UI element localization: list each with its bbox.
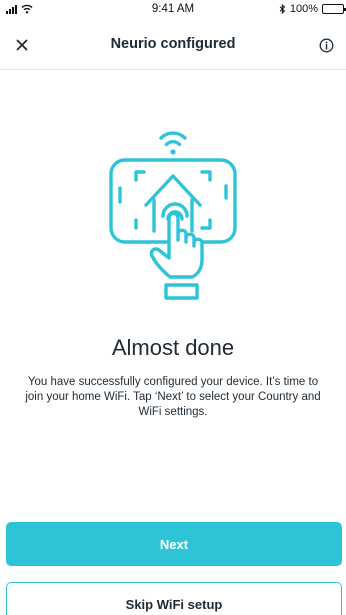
battery-percent: 100% xyxy=(289,3,318,15)
close-icon xyxy=(16,39,28,51)
page-title: Neurio configured xyxy=(110,36,236,52)
next-button[interactable]: Next xyxy=(6,522,342,566)
info-button[interactable] xyxy=(312,31,340,59)
nav-bar: Neurio configured xyxy=(0,20,346,70)
status-bar: 9:41 AM 100% xyxy=(0,0,346,20)
battery-icon xyxy=(322,4,346,14)
close-button[interactable] xyxy=(8,31,36,59)
description-text: You have successfully configured your de… xyxy=(25,376,321,418)
status-right: 100% xyxy=(279,3,346,15)
phone-home-tap-illustration xyxy=(109,131,237,300)
bluetooth-icon xyxy=(279,4,286,14)
wifi-signal-icon xyxy=(159,131,187,147)
skip-wifi-setup-button[interactable]: Skip WiFi setup xyxy=(6,582,342,615)
hand-icon xyxy=(149,211,204,279)
info-icon xyxy=(319,38,333,52)
heading: Almost done xyxy=(111,335,235,360)
